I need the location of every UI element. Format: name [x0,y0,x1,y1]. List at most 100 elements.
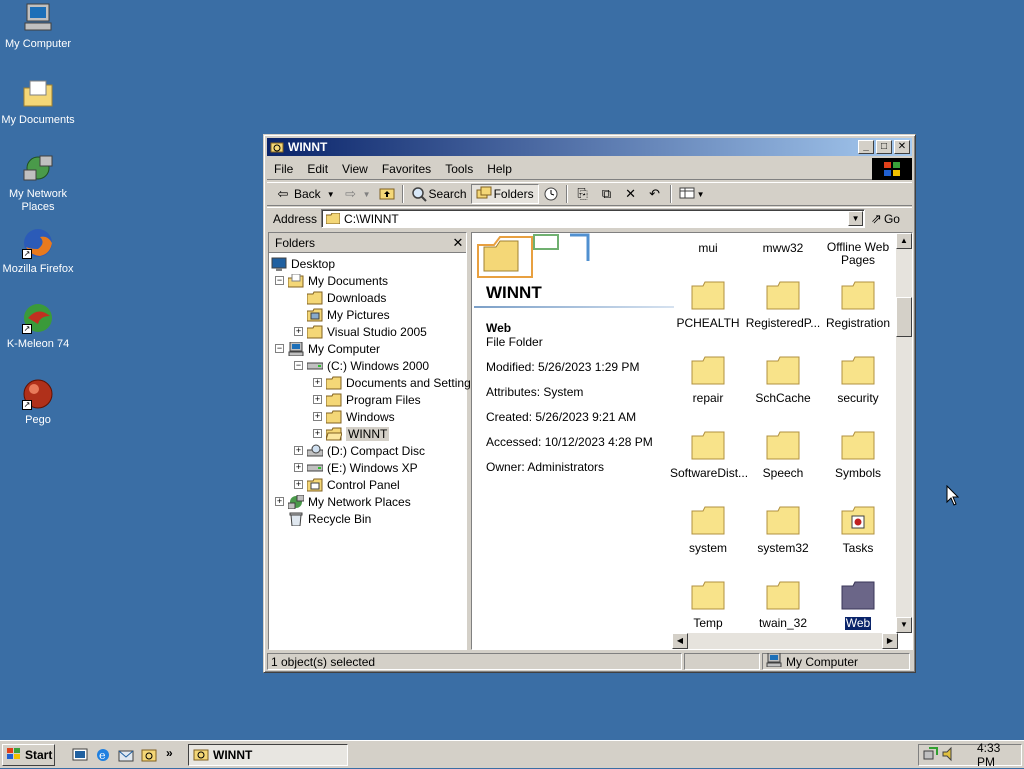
tree-item-my-pictures[interactable]: My Pictures [306,306,390,323]
file-item[interactable]: mui [670,241,746,255]
taskbar-button-label: WINNT [213,748,253,762]
search-button[interactable]: Search [407,184,471,204]
copy-to-button[interactable]: ⧉ [595,184,619,204]
horizontal-scrollbar[interactable]: ◀ ▶ [672,633,898,649]
menu-file[interactable]: File [267,162,300,176]
tree-item-winnt[interactable]: + WINNT [313,425,390,442]
desktop-icon-my-documents[interactable]: My Documents [0,78,76,127]
tree-item-program-files[interactable]: + Program Files [313,391,421,408]
quick-launch-more-icon[interactable]: » [166,746,173,760]
scroll-down-button[interactable]: ▼ [896,617,912,633]
show-desktop-icon[interactable] [72,747,88,763]
tree-item-desktop[interactable]: Desktop [271,255,335,272]
tree-item-drive-e[interactable]: + (E:) Windows XP [294,459,418,476]
history-icon [543,186,559,202]
collapse-icon[interactable]: − [294,361,303,370]
tree-item-drive-c[interactable]: − (C:) Windows 2000 [294,357,429,374]
tree-item-my-documents[interactable]: − My Documents [275,272,388,289]
folder-icon [841,580,875,610]
chevron-down-icon[interactable]: ▼ [363,190,371,199]
desktop-icon-firefox[interactable]: ↗ Mozilla Firefox [0,227,76,276]
internet-explorer-icon[interactable]: e [95,747,111,763]
views-button[interactable]: ▼ [675,184,709,204]
volume-tray-icon[interactable] [941,746,957,765]
maximize-button[interactable]: □ [876,140,892,154]
back-button[interactable]: ⇦ Back ▼ [271,184,339,204]
go-button[interactable]: ⇗ Go [871,211,900,227]
undo-button[interactable]: ↶ [643,184,667,204]
collapse-icon[interactable]: − [275,344,284,353]
close-icon[interactable]: ✕ [450,235,466,251]
expand-icon[interactable]: + [313,378,322,387]
minimize-button[interactable]: _ [858,140,874,154]
expand-icon[interactable]: + [313,395,322,404]
scroll-right-button[interactable]: ▶ [882,633,898,649]
expand-icon[interactable]: + [294,446,303,455]
file-item[interactable]: Registration [820,280,896,330]
chevron-down-icon[interactable]: ▼ [327,190,335,199]
move-to-button[interactable]: ⎘ [571,184,595,204]
tree-item-windows[interactable]: + Windows [313,408,395,425]
close-button[interactable]: ✕ [894,140,910,154]
tree-item-drive-d[interactable]: + (D:) Compact Disc [294,442,425,459]
file-item[interactable]: SoftwareDist... [670,430,748,480]
folders-button[interactable]: Folders [470,184,539,204]
file-item-label: mui [698,241,718,255]
outlook-express-icon[interactable] [118,747,134,763]
desktop-icon-pego[interactable]: ↗ Pego [0,378,76,427]
file-item[interactable]: mww32 [745,241,821,255]
scroll-thumb[interactable] [896,297,912,337]
file-item[interactable]: repair [670,355,746,405]
history-button[interactable] [539,184,563,204]
desktop-icon-my-computer[interactable]: My Computer [0,2,76,51]
tree-item-documents-settings[interactable]: + Documents and Settings [313,374,477,391]
file-item[interactable]: system [670,505,746,555]
file-item[interactable]: Web [820,580,896,631]
tree-item-recycle-bin[interactable]: Recycle Bin [288,510,371,527]
tree-item-downloads[interactable]: Downloads [306,289,386,306]
up-button[interactable] [375,184,399,204]
delete-button[interactable]: ✕ [619,184,643,204]
file-item[interactable]: system32 [745,505,821,555]
file-item[interactable]: Offline Web Pages [820,241,896,267]
file-item[interactable]: SchCache [745,355,821,405]
expand-icon[interactable]: + [275,497,284,506]
desktop-icon-kmeleon[interactable]: ↗ K-Meleon 74 [0,302,76,351]
menu-favorites[interactable]: Favorites [375,162,438,176]
expand-icon[interactable]: + [294,463,303,472]
tree-item-control-panel[interactable]: + Control Panel [294,476,400,493]
expand-icon[interactable]: + [294,480,303,489]
forward-button[interactable]: ⇨ ▼ [339,184,375,204]
file-item[interactable]: security [820,355,896,405]
toolbar-separator [669,185,672,203]
file-item[interactable]: Symbols [820,430,896,480]
expand-icon[interactable]: + [313,412,322,421]
tree-item-my-computer[interactable]: − My Computer [275,340,380,357]
scroll-up-button[interactable]: ▲ [896,233,912,249]
file-item[interactable]: RegisteredP... [745,280,821,330]
file-item[interactable]: PCHEALTH [670,280,746,330]
menu-view[interactable]: View [335,162,375,176]
file-item[interactable]: Tasks [820,505,896,555]
scroll-left-button[interactable]: ◀ [672,633,688,649]
address-dropdown-button[interactable]: ▼ [848,211,864,226]
expand-icon[interactable]: + [294,327,303,336]
taskbar-button-winnt[interactable]: WINNT [188,744,348,766]
desktop-icon-network-places[interactable]: My Network Places [0,152,76,214]
start-button[interactable]: Start [2,744,55,766]
explorer-icon[interactable] [141,747,157,763]
tree-item-visual-studio[interactable]: + Visual Studio 2005 [294,323,427,340]
title-bar[interactable]: WINNT _ □ ✕ [267,138,912,156]
menu-help[interactable]: Help [480,162,519,176]
collapse-icon[interactable]: − [275,276,284,285]
address-field[interactable]: C:\WINNT ▼ [321,209,866,228]
file-item[interactable]: twain_32 [745,580,821,630]
menu-tools[interactable]: Tools [438,162,480,176]
expand-icon[interactable]: + [313,429,322,438]
vertical-scrollbar[interactable]: ▲ ▼ [896,233,912,633]
menu-edit[interactable]: Edit [300,162,335,176]
tree-item-network-places[interactable]: + My Network Places [275,493,411,510]
file-item[interactable]: Speech [745,430,821,480]
network-tray-icon[interactable] [923,746,939,765]
file-item[interactable]: Temp [670,580,746,630]
